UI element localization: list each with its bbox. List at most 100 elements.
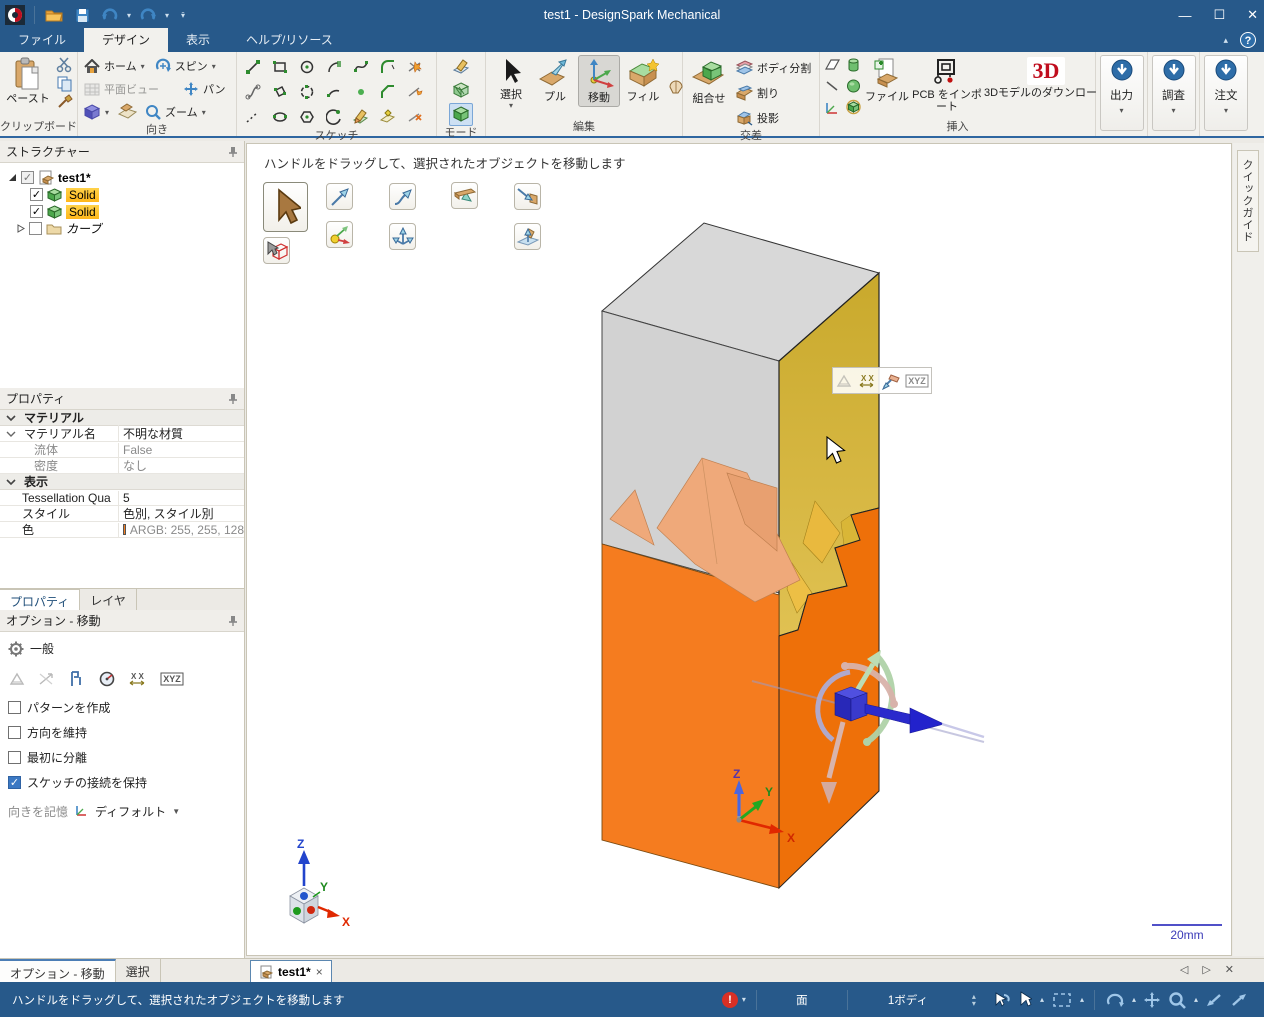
inspect-button[interactable]: 調査 ▾ — [1151, 55, 1196, 131]
default-dropdown[interactable]: ▼ — [172, 807, 180, 816]
move-to-sketch-icon[interactable] — [8, 671, 26, 687]
select-cursor-icon[interactable] — [1018, 990, 1032, 1009]
tree-solid-row[interactable]: ✓ Solid — [8, 203, 244, 220]
selection-box-dropdown[interactable]: ▴ — [1080, 995, 1084, 1004]
sketch-point-icon[interactable] — [353, 84, 369, 100]
insert-plane-icon[interactable] — [824, 57, 841, 74]
tab-options-move[interactable]: オプション - 移動 — [0, 959, 116, 983]
insert-axis-icon[interactable] — [824, 101, 841, 118]
tab-close-icon[interactable]: ✕ — [1225, 963, 1234, 976]
solid-mode-button[interactable] — [449, 103, 473, 126]
sketch-ellipse-icon[interactable] — [272, 109, 288, 125]
pull-button[interactable]: プル — [534, 55, 576, 105]
color-row[interactable]: 色 ARGB: 255, 255, 128 — [0, 522, 244, 538]
expander-expanded-icon[interactable] — [8, 173, 17, 182]
material-section-row[interactable]: マテリアル — [0, 410, 244, 426]
sketch-line-icon[interactable] — [245, 59, 261, 75]
sketch-spline2-icon[interactable] — [245, 84, 261, 100]
solid2-checkbox[interactable]: ✓ — [30, 205, 43, 218]
fluid-row[interactable]: 流体 False — [0, 442, 244, 458]
fulcrum-tool-button[interactable] — [451, 182, 478, 209]
undo-selection-icon[interactable] — [990, 991, 1010, 1009]
save-icon[interactable] — [71, 4, 93, 26]
sketch-mode-button[interactable] — [449, 55, 473, 78]
pin-icon[interactable] — [228, 615, 238, 627]
xyz-box-icon[interactable]: XYZ — [160, 672, 184, 686]
sketch-extend-icon[interactable] — [407, 84, 423, 100]
order-button[interactable]: 注文 ▾ — [1204, 55, 1248, 131]
fill-button[interactable]: フィル — [622, 55, 664, 105]
mini-hammer-icon[interactable] — [881, 372, 901, 390]
viewport[interactable]: Z Y X Z Y X ハンドルをドラッグして、選択されたオブジェクトを移動しま… — [246, 143, 1232, 956]
option-detach-first[interactable]: 最初に分離 — [0, 745, 244, 770]
checkbox-checked[interactable]: ✓ — [8, 776, 21, 789]
zoom-in-arrow-icon[interactable] — [1230, 992, 1248, 1008]
view-cube-button[interactable]: ▾ — [84, 101, 109, 123]
tab-scroll-right-icon[interactable]: ▷ — [1202, 963, 1210, 976]
protractor-icon[interactable] — [98, 671, 116, 687]
insert-shell-icon[interactable] — [845, 99, 862, 116]
display-section-row[interactable]: 表示 — [0, 474, 244, 490]
tab-properties[interactable]: プロパティ — [0, 589, 81, 610]
collapse-ribbon-icon[interactable]: ▴ — [1223, 35, 1228, 46]
checkbox-unchecked[interactable] — [8, 751, 21, 764]
format-painter-icon[interactable] — [56, 94, 73, 111]
tab-view[interactable]: 表示 — [168, 28, 228, 52]
sketch-construction-line-icon[interactable] — [245, 109, 261, 125]
tab-file[interactable]: ファイル — [0, 28, 84, 52]
sketch-rectangle-icon[interactable] — [272, 59, 288, 75]
redo-icon[interactable] — [137, 4, 159, 26]
move-linear-tool-button[interactable] — [326, 183, 353, 210]
ruler-xx-icon[interactable]: X X — [128, 671, 148, 687]
view-cube-triad[interactable]: Z Y X — [289, 837, 350, 929]
sketch-tangent-arc-icon[interactable] — [326, 59, 342, 75]
move-plane-tool-button[interactable] — [514, 223, 541, 250]
caliper-icon[interactable] — [68, 671, 86, 687]
checkbox-unchecked[interactable] — [8, 701, 21, 714]
quick-guide-tab[interactable]: クイックガイド — [1237, 150, 1259, 252]
tessellation-row[interactable]: Tessellation Qua 5 — [0, 490, 244, 506]
sketch-circle-icon[interactable] — [299, 59, 315, 75]
combine-button[interactable]: 組合せ — [687, 55, 731, 107]
select-component-tool-button[interactable] — [263, 237, 290, 264]
paste-button[interactable]: ペースト — [4, 55, 52, 107]
download-3d-button[interactable]: 3D 3Dモデルのダウンロード — [984, 55, 1108, 101]
sketch-polygon-icon[interactable] — [299, 109, 315, 125]
root-checkbox[interactable]: ✓ — [21, 171, 34, 184]
document-tab-close-icon[interactable]: × — [316, 965, 323, 979]
sketch-mode-icon[interactable] — [352, 108, 369, 125]
sketch-fillet-icon[interactable] — [380, 59, 396, 75]
remember-orientation-row[interactable]: 向きを記憶 ディフォルト ▼ — [0, 799, 244, 824]
tab-select[interactable]: 選択 — [116, 959, 161, 983]
mini-sketch-icon[interactable] — [835, 373, 853, 389]
tab-design[interactable]: デザイン — [84, 28, 169, 52]
3d-scene[interactable]: Z Y X Z Y X — [247, 144, 1231, 955]
zoom-button[interactable]: ズーム ▾ — [145, 101, 206, 123]
error-indicator[interactable]: ! ▾ — [712, 991, 756, 1008]
sketch-sweep-arc-icon[interactable] — [325, 108, 342, 125]
pan-view-icon[interactable] — [1143, 991, 1161, 1009]
undo-icon[interactable] — [99, 4, 121, 26]
redo-dropdown[interactable]: ▾ — [165, 11, 169, 20]
option-create-pattern[interactable]: パターンを作成 — [0, 695, 244, 720]
project-button[interactable]: 投影 — [735, 107, 811, 129]
document-tab[interactable]: test1* × — [250, 960, 332, 982]
move-button[interactable]: 移動 — [578, 55, 620, 107]
select-handle-tool-button[interactable] — [263, 182, 308, 232]
insert-cylinder-icon[interactable] — [845, 57, 862, 74]
tab-help[interactable]: ヘルプ/リソース — [228, 28, 351, 52]
tree-solid-row[interactable]: ✓ Solid — [8, 186, 244, 203]
maximize-button[interactable]: ☐ — [1213, 7, 1225, 23]
close-button[interactable]: ✕ — [1247, 7, 1258, 23]
split-body-button[interactable]: ボディ分割 — [735, 57, 811, 79]
select-button[interactable]: 選択 ▾ — [490, 55, 532, 112]
move-curved-tool-button[interactable] — [389, 183, 416, 210]
pan-button[interactable]: パン — [183, 78, 226, 100]
sketch-move-plane-icon[interactable] — [379, 108, 396, 125]
open-file-icon[interactable] — [43, 4, 65, 26]
section-mode-button[interactable] — [449, 79, 473, 102]
minimize-button[interactable]: — — [1178, 8, 1191, 23]
customize-qat-dropdown[interactable]: ▾̄ — [181, 11, 185, 20]
tree-curves-row[interactable]: カーブ — [8, 220, 244, 237]
tab-scroll-left-icon[interactable]: ◁ — [1180, 963, 1188, 976]
